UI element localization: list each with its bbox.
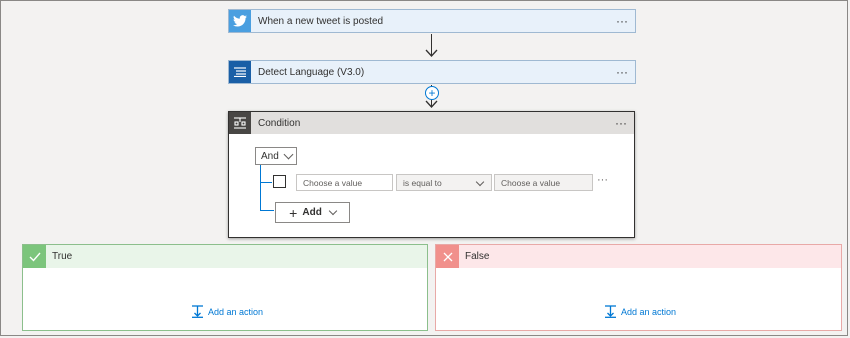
condition-more-button[interactable]: ··· xyxy=(608,116,634,130)
condition-title: Condition xyxy=(258,117,301,129)
row-select-checkbox[interactable] xyxy=(273,175,286,188)
add-condition-button[interactable]: + Add xyxy=(275,202,350,223)
detect-language-card[interactable]: Detect Language (V3.0) ··· xyxy=(228,60,636,84)
false-branch: False Add an action xyxy=(435,244,842,331)
tree-connector xyxy=(260,210,274,211)
trigger-header[interactable]: When a new tweet is posted ··· xyxy=(229,10,635,32)
add-condition-label: Add xyxy=(302,207,322,218)
text-lines-icon xyxy=(229,61,251,83)
tree-connector xyxy=(260,165,261,210)
twitter-bird-icon xyxy=(229,10,251,32)
arrow-down-icon xyxy=(425,49,438,57)
add-action-icon xyxy=(192,305,203,318)
group-operator-dropdown[interactable]: And xyxy=(255,147,297,165)
right-value-input[interactable]: Choose a value xyxy=(494,174,593,191)
close-icon xyxy=(436,245,459,268)
left-value-input[interactable]: Choose a value xyxy=(296,174,393,191)
false-add-action-label: Add an action xyxy=(621,306,677,317)
true-branch-title: True xyxy=(52,251,73,262)
condition-icon xyxy=(229,112,251,134)
chevron-down-icon xyxy=(328,206,338,215)
operator-value: is equal to xyxy=(403,177,442,188)
true-branch-header[interactable]: True xyxy=(23,245,427,268)
trigger-more-button[interactable]: ··· xyxy=(609,14,635,28)
true-add-action-label: Add an action xyxy=(208,306,264,317)
chevron-down-icon xyxy=(475,177,485,187)
plus-icon: + xyxy=(289,204,298,221)
trigger-card[interactable]: When a new tweet is posted ··· xyxy=(228,9,636,33)
condition-header[interactable]: Condition ··· xyxy=(229,112,634,134)
tree-connector xyxy=(260,182,272,183)
arrow-down-icon xyxy=(425,100,438,108)
detect-language-title: Detect Language (V3.0) xyxy=(258,66,365,78)
add-action-icon xyxy=(605,305,616,318)
operator-dropdown[interactable]: is equal to xyxy=(396,174,492,191)
detect-language-more-button[interactable]: ··· xyxy=(609,65,635,79)
checkmark-icon xyxy=(23,245,46,268)
group-operator-value: And xyxy=(261,150,279,162)
false-branch-title: False xyxy=(465,251,490,262)
trigger-title: When a new tweet is posted xyxy=(258,15,384,27)
false-branch-header[interactable]: False xyxy=(436,245,841,268)
false-add-action-button[interactable]: Add an action xyxy=(604,305,676,318)
row-more-button[interactable]: ··· xyxy=(597,174,608,186)
detect-language-header[interactable]: Detect Language (V3.0) ··· xyxy=(229,61,635,83)
condition-card: Condition ··· And Choose a value is equa… xyxy=(228,111,635,238)
insert-step-button[interactable]: + xyxy=(425,86,439,100)
true-add-action-button[interactable]: Add an action xyxy=(191,305,263,318)
true-branch: True Add an action xyxy=(22,244,428,331)
chevron-down-icon xyxy=(283,149,294,159)
